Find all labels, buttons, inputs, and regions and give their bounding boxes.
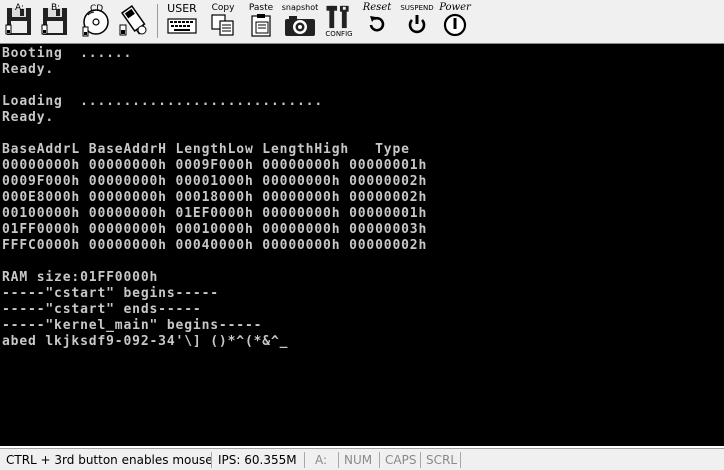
paste-icon (251, 14, 271, 37)
console-line: 01FF0000h 00000000h 00010000h 00000000h … (2, 222, 428, 237)
reset-icon (369, 16, 385, 32)
status-divider (211, 452, 212, 468)
power-button[interactable]: Power (438, 3, 472, 39)
console-line: BaseAddrL BaseAddrH LengthLow LengthHigh… (2, 142, 410, 157)
usb-drive-icon (119, 5, 147, 36)
cdrom-button[interactable]: CD (80, 3, 110, 39)
status-divider (460, 452, 461, 468)
emulator-screen[interactable]: Booting ...... Ready. Loading ............… (0, 44, 724, 446)
console-line: -----"cstart" begins----- (2, 286, 219, 301)
tools-icon (326, 5, 349, 29)
floppy-b-button[interactable]: B: (40, 3, 70, 39)
copy-label: Copy (211, 3, 235, 13)
console-output: Booting ...... Ready. Loading ............… (0, 44, 724, 350)
config-label: CONFIG (325, 30, 353, 38)
cdrom-label: CD (90, 4, 104, 14)
keyboard-icon (167, 18, 197, 34)
status-divider (304, 452, 305, 468)
console-line: -----"cstart" ends----- (2, 302, 202, 317)
floppy-a-button[interactable]: A: (4, 3, 34, 39)
config-button[interactable]: CONFIG (322, 3, 356, 39)
console-line: Ready. (2, 62, 55, 77)
copy-button[interactable]: Copy (208, 3, 238, 39)
copy-icon (211, 14, 234, 36)
suspend-label: SUSPEND (400, 4, 434, 12)
console-line: 0009F000h 00000000h 00001000h 00000000h … (2, 174, 428, 189)
console-line: Loading ............................ (2, 94, 324, 109)
user-button[interactable]: USER (164, 3, 200, 39)
console-line: RAM size:01FF0000h (2, 270, 159, 285)
console-line: 00000000h 00000000h 0009F000h 00000000h … (2, 158, 428, 173)
console-line: -----"kernel_main" begins----- (2, 318, 263, 333)
console-line: abed lkjksdf9-092-34'\] ()*^(*&^_ (2, 334, 289, 349)
console-line: Ready. (2, 110, 55, 125)
snapshot-button[interactable]: snapshot (282, 3, 318, 39)
reset-label: Reset (362, 2, 392, 13)
paste-label: Paste (248, 3, 274, 13)
scroll-lock-indicator: SCRL (426, 453, 458, 467)
drive-indicator: A: (315, 453, 328, 467)
console-line: Booting ...... (2, 46, 133, 61)
status-divider (420, 452, 421, 468)
mouse-hint: CTRL + 3rd button enables mouse (6, 453, 213, 467)
status-divider (379, 452, 380, 468)
user-label: USER (167, 2, 197, 15)
suspend-icon (408, 15, 426, 34)
console-line: FFFC0000h 00000000h 00040000h 00000000h … (2, 238, 428, 253)
floppy-b-label: B: (51, 3, 61, 13)
num-lock-indicator: NUM (344, 453, 373, 467)
console-line: 00100000h 00000000h 01EF0000h 00000000h … (2, 206, 428, 221)
toolbar: A: B: CD USER Copy Paste snapshot CONFIG… (0, 0, 724, 44)
caps-lock-indicator: CAPS (385, 453, 417, 467)
snapshot-label: snapshot (281, 3, 319, 12)
floppy-a-label: A: (15, 3, 25, 13)
power-icon (443, 13, 467, 37)
reset-button[interactable]: Reset (360, 3, 394, 39)
ips-readout: IPS: 60.355M (218, 453, 297, 467)
suspend-button[interactable]: SUSPEND (398, 3, 436, 39)
usb-button[interactable] (118, 3, 152, 39)
camera-icon (285, 16, 315, 36)
power-label: Power (439, 2, 471, 13)
paste-button[interactable]: Paste (246, 3, 276, 39)
status-divider (338, 452, 339, 468)
console-line: 000E8000h 00000000h 00018000h 00000000h … (2, 190, 428, 205)
toolbar-separator (157, 4, 158, 38)
status-bar: CTRL + 3rd button enables mouse IPS: 60.… (0, 448, 724, 470)
